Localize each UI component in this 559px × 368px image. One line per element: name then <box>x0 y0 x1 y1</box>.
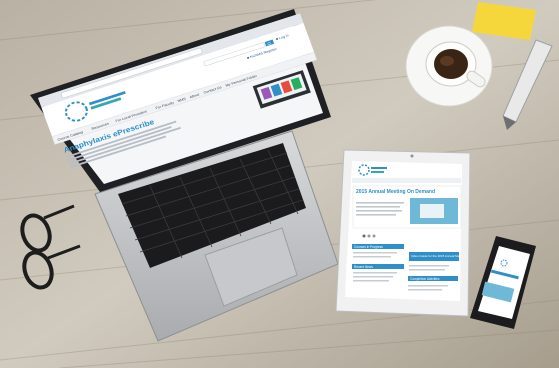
tablet <box>335 149 471 317</box>
tablet-card-1-label: Recent News <box>354 265 373 269</box>
tablet-card-0-label: Courses in Progress <box>354 245 383 249</box>
coffee-cup <box>405 25 493 107</box>
scene-illustration: Q ■ Log in ■ NCAMS Register Course Catal… <box>0 0 559 368</box>
tablet-card-2-label: Video Guide for the 2015 Annual Meeting <box>411 254 466 258</box>
tablet-card-3-label: Completion Activities <box>410 277 440 281</box>
tablet-feature-title: 2015 Annual Meeting On Demand <box>356 189 435 195</box>
desk-scene: Q ■ Log in ■ NCAMS Register Course Catal… <box>0 0 559 368</box>
